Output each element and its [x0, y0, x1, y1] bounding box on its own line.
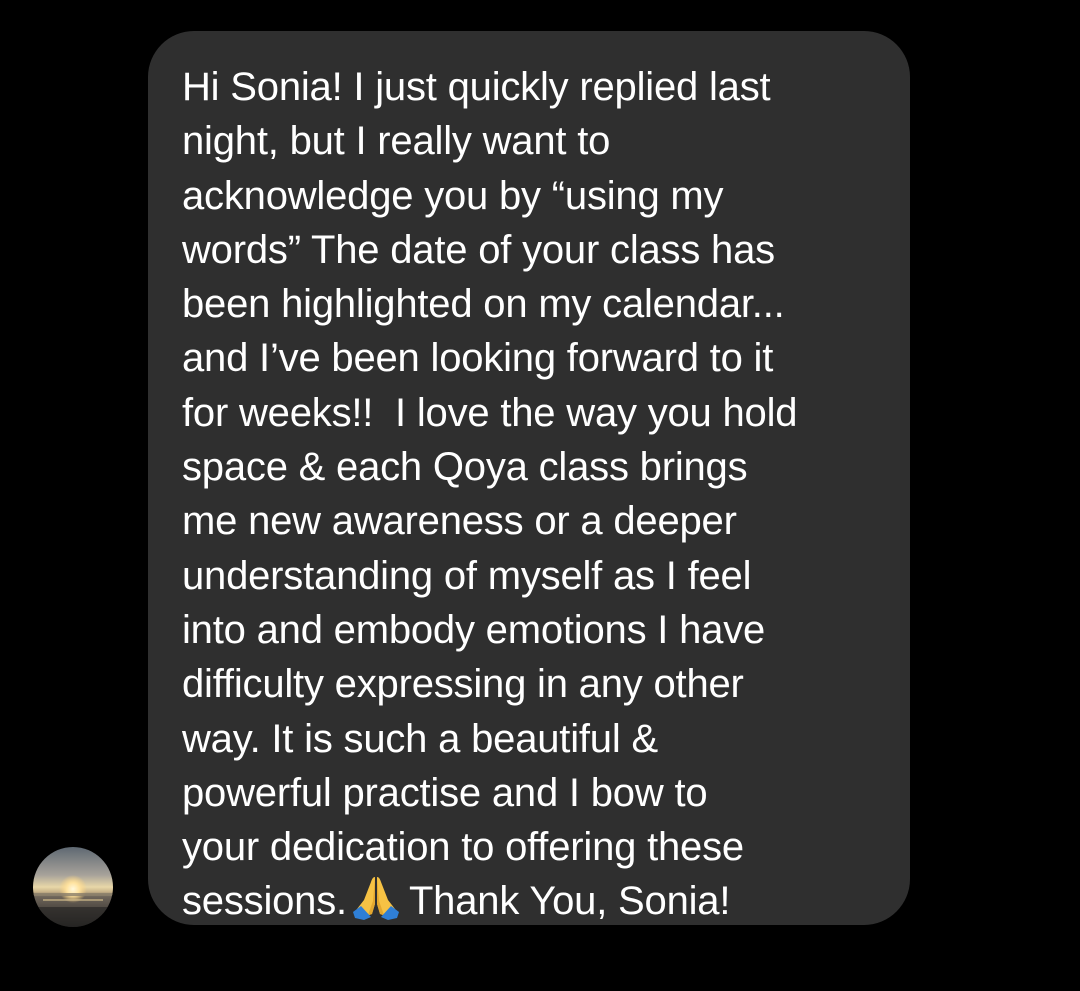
- sender-avatar[interactable]: [33, 847, 113, 927]
- message-line: for weeks!! I love the way you hold: [182, 390, 798, 435]
- message-bubble[interactable]: Hi Sonia! I just quickly replied last ni…: [148, 31, 910, 925]
- message-line: difficulty expressing in any other: [182, 662, 744, 707]
- message-line: your dedication to offering these: [182, 825, 744, 870]
- message-line: and I’ve been looking forward to it: [182, 336, 774, 381]
- message-last-line: sessions. Thank You, Sonia!: [182, 874, 890, 928]
- folded-hands-icon: [351, 874, 401, 921]
- message-line: me new awareness or a deeper: [182, 499, 737, 544]
- message-line: words” The date of your class has: [182, 227, 775, 272]
- message-line: Hi Sonia! I just quickly replied last: [182, 65, 771, 109]
- chat-screen: Hi Sonia! I just quickly replied last ni…: [0, 0, 1080, 991]
- message-text: Thank You, Sonia!: [408, 879, 731, 924]
- message-line: acknowledge you by “using my: [182, 173, 724, 218]
- sunset-avatar-image: [33, 847, 113, 927]
- message-line: into and embody emotions I have: [182, 607, 766, 652]
- message-line: space & each Qoya class brings: [182, 445, 748, 490]
- message-text: sessions.: [182, 879, 347, 924]
- message-line: night, but I really want to: [182, 119, 611, 164]
- message-line: powerful practise and I bow to: [182, 770, 708, 815]
- message-line: been highlighted on my calendar...: [182, 282, 785, 327]
- message-line: way. It is such a beautiful &: [182, 716, 658, 761]
- message-line: understanding of myself as I feel: [182, 553, 752, 598]
